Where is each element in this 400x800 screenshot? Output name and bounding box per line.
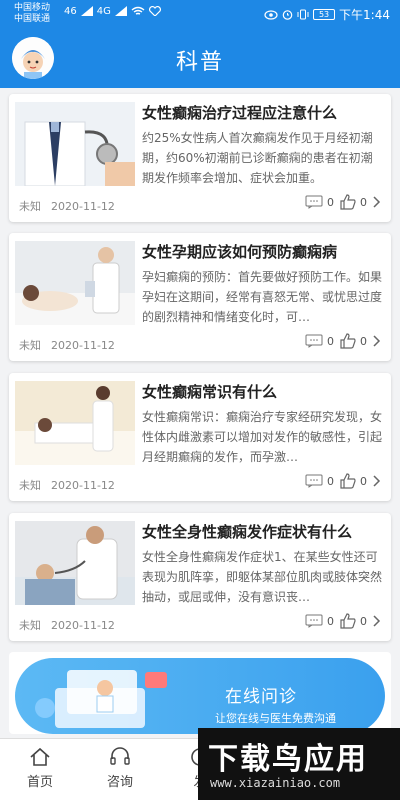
watermark-url: www.xiazainiao.com xyxy=(210,776,341,790)
pregnant-patient-doctor-image-icon xyxy=(15,241,135,325)
article-meta: 未知 2020-11-12 xyxy=(19,198,115,214)
signal-icon xyxy=(80,6,93,16)
like-count: 0 xyxy=(360,195,367,209)
article-actions: 0 0 xyxy=(305,613,381,629)
article-card[interactable]: 女性癫痫常识有什么 女性癫痫常识：癫痫治疗专家经研究发现，女性体内雌激素可以增加… xyxy=(9,373,391,501)
comment-icon[interactable] xyxy=(305,195,323,209)
title-bar: 科普 xyxy=(0,28,400,88)
comment-count: 0 xyxy=(327,195,334,209)
status-right: 53 下午1:44 xyxy=(264,6,390,23)
clock: 下午1:44 xyxy=(339,8,390,22)
battery-indicator: 53 xyxy=(313,9,336,20)
article-actions: 0 0 xyxy=(305,333,381,349)
eye-icon xyxy=(264,9,278,20)
article-meta: 未知 2020-11-12 xyxy=(19,617,115,633)
nav-label-home: 首页 xyxy=(26,775,53,790)
doctor-stethoscope-image-icon xyxy=(15,102,135,186)
article-meta: 未知 2020-11-12 xyxy=(19,477,115,493)
signal-2-label: 4G xyxy=(96,6,111,17)
chevron-right-icon[interactable] xyxy=(373,196,381,208)
article-date: 2020-11-12 xyxy=(51,619,115,632)
like-count: 0 xyxy=(360,614,367,628)
chevron-right-icon[interactable] xyxy=(373,615,381,627)
status-bar: 中国移动 中国联通 46 4G 53 下午1:44 xyxy=(0,0,400,28)
chevron-right-icon[interactable] xyxy=(373,335,381,347)
article-actions: 0 0 xyxy=(305,473,381,489)
thumbs-up-icon[interactable] xyxy=(340,473,356,489)
nav-label-consult: 咨询 xyxy=(106,775,133,790)
heart-icon xyxy=(148,6,161,16)
thumbs-up-icon[interactable] xyxy=(340,194,356,210)
wifi-icon xyxy=(131,6,145,15)
article-title[interactable]: 女性全身性癫痫发作症状有什么 xyxy=(142,521,382,542)
article-meta: 未知 2020-11-12 xyxy=(19,337,115,353)
article-title[interactable]: 女性癫痫治疗过程应注意什么 xyxy=(142,102,382,123)
article-title[interactable]: 女性孕期应该如何预防癫痫病 xyxy=(142,241,382,262)
nav-item-consult[interactable]: 咨询 xyxy=(90,747,150,790)
carrier-2: 中国联通 xyxy=(14,14,51,24)
article-author: 未知 xyxy=(19,339,41,352)
headset-icon xyxy=(110,747,130,765)
comment-icon[interactable] xyxy=(305,474,323,488)
like-count: 0 xyxy=(360,474,367,488)
alarm-icon xyxy=(282,10,293,20)
nav-item-home[interactable]: 首页 xyxy=(10,747,70,790)
comment-count: 0 xyxy=(327,474,334,488)
comment-icon[interactable] xyxy=(305,334,323,348)
banner-title: 在线问诊 xyxy=(225,687,297,707)
banner-subtitle: 让您在线与医生免费沟通 xyxy=(215,712,336,725)
article-thumbnail xyxy=(15,102,135,186)
comment-count: 0 xyxy=(327,614,334,628)
article-date: 2020-11-12 xyxy=(51,339,115,352)
thumbs-up-icon[interactable] xyxy=(340,333,356,349)
signal-1-label: 46 xyxy=(64,6,77,17)
watermark-logo: 下载鸟应用 xyxy=(208,742,368,777)
online-consult-banner[interactable]: 在线问诊 让您在线与医生免费沟通 xyxy=(15,658,385,734)
doctor-examining-patient-image-icon xyxy=(15,521,135,605)
home-icon xyxy=(30,747,50,766)
article-title[interactable]: 女性癫痫常识有什么 xyxy=(142,381,382,402)
article-summary: 女性全身性癫痫发作症状1、在某些女性还可表现为肌阵挛，即躯体某部位肌肉或肢体突然… xyxy=(142,550,382,604)
article-card[interactable]: 女性孕期应该如何预防癫痫病 孕妇癫痫的预防：首先要做好预防工作。如果孕妇在这期间… xyxy=(9,233,391,361)
signal-icon-2 xyxy=(114,6,127,16)
article-date: 2020-11-12 xyxy=(51,479,115,492)
banner-card[interactable]: 在线问诊 让您在线与医生免费沟通 xyxy=(9,652,391,734)
comment-icon[interactable] xyxy=(305,614,323,628)
article-author: 未知 xyxy=(19,479,41,492)
page-title: 科普 xyxy=(175,50,224,75)
article-date: 2020-11-12 xyxy=(51,200,115,213)
like-count: 0 xyxy=(360,334,367,348)
carrier-info: 中国移动 中国联通 xyxy=(14,3,50,25)
article-card[interactable]: 女性癫痫治疗过程应注意什么 约25%女性病人首次癫痫发作见于月经初潮期，约60%… xyxy=(9,94,391,222)
article-thumbnail xyxy=(15,241,135,325)
article-actions: 0 0 xyxy=(305,194,381,210)
nurse-patient-image-icon xyxy=(15,381,135,465)
article-summary: 孕妇癫痫的预防：首先要做好预防工作。如果孕妇在这期间，经常有喜怒无常、或忧思过度… xyxy=(142,270,382,324)
signal-indicators: 46 4G xyxy=(64,6,161,17)
watermark: 下载鸟应用 www.xiazainiao.com xyxy=(198,728,400,800)
article-thumbnail xyxy=(15,521,135,605)
article-thumbnail xyxy=(15,381,135,465)
article-author: 未知 xyxy=(19,200,41,213)
article-card[interactable]: 女性全身性癫痫发作症状有什么 女性全身性癫痫发作症状1、在某些女性还可表现为肌阵… xyxy=(9,513,391,641)
carrier-1: 中国移动 xyxy=(14,3,51,13)
online-consult-illustration-icon xyxy=(35,670,167,728)
article-author: 未知 xyxy=(19,619,41,632)
article-summary: 女性癫痫常识：癫痫治疗专家经研究发现，女性体内雌激素可以增加对发作的敏感性，引起… xyxy=(142,410,382,464)
vibrate-icon xyxy=(297,9,309,20)
chevron-right-icon[interactable] xyxy=(373,475,381,487)
article-summary: 约25%女性病人首次癫痫发作见于月经初潮期，约60%初潮前已诊断癫痫的患者在初潮… xyxy=(142,131,373,185)
comment-count: 0 xyxy=(327,334,334,348)
thumbs-up-icon[interactable] xyxy=(340,613,356,629)
